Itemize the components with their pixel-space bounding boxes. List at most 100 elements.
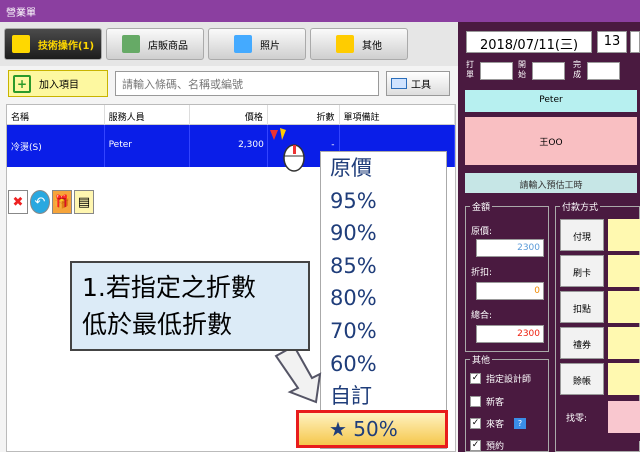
new-customer-checkbox[interactable]: 新客 — [470, 395, 504, 408]
minute-field[interactable] — [630, 31, 640, 53]
discount-dropdown: 原價 95% 90% 85% 80% 70% 60% 自訂 — [320, 151, 447, 449]
gift-icon[interactable]: 🎁 — [52, 190, 72, 214]
other-group: 其他 ✓ 指定設計師 新客 ✓ 來客 ? ✓ 預約 — [465, 353, 549, 452]
tech-icon — [11, 35, 30, 53]
discount-field[interactable]: 0 — [476, 282, 544, 300]
shop-icon — [122, 35, 140, 53]
discount-option[interactable]: 80% — [321, 282, 446, 315]
window-title: 營業單 — [0, 0, 640, 22]
clock-in-field[interactable] — [480, 62, 513, 80]
folder-icon — [336, 35, 354, 53]
add-item-button[interactable]: + 加入項目 — [8, 70, 108, 97]
start-label: 開始 — [518, 60, 526, 79]
change-field — [608, 401, 640, 433]
total-label: 總合: — [471, 311, 493, 321]
pay-voucher-button[interactable]: 禮券 — [560, 327, 604, 359]
discount-option[interactable]: 60% — [321, 348, 446, 381]
tab-photo[interactable]: 照片 — [208, 28, 306, 60]
payment-legend: 付款方式 — [560, 200, 601, 213]
discount-option-highlighted[interactable]: ★ 50% — [296, 410, 448, 448]
window-icon — [391, 78, 407, 89]
tab-tech[interactable]: 技術操作(1) — [4, 28, 102, 60]
date-field[interactable]: 2018/07/11(三) — [466, 31, 592, 53]
new-customer-label: 新客 — [486, 398, 505, 408]
other-legend: 其他 — [470, 353, 493, 366]
tab-shop[interactable]: 店販商品 — [106, 28, 204, 60]
customer-panel[interactable]: 王OO — [465, 117, 637, 165]
change-label: 找零: — [566, 414, 588, 424]
search-input[interactable]: 請輸入條碼、名稱或編號 — [115, 71, 379, 96]
amount-group: 金額 原價: 2300 折扣: 0 總合: 2300 — [465, 200, 549, 352]
col-name-header: 名稱 — [7, 105, 105, 125]
hour-field[interactable]: 13 — [597, 31, 627, 53]
payment-group: 付款方式 付現 刷卡 扣點 禮券 賒帳 找零: — [555, 200, 640, 452]
visitor-checkbox[interactable]: ✓ 來客 ? — [470, 417, 527, 430]
col-discount-header: 折數 — [268, 105, 340, 125]
pay-points-button[interactable]: 扣點 — [560, 291, 604, 323]
discount-label: 折扣: — [471, 268, 493, 278]
original-price-label: 原價: — [471, 227, 493, 237]
add-item-label: 加入項目 — [39, 80, 79, 91]
visitor-label: 來客 — [486, 420, 505, 430]
note-icon[interactable]: ▤ — [74, 190, 94, 214]
callout-line-2: 低於最低折數 — [82, 310, 233, 339]
finish-field[interactable] — [587, 62, 620, 80]
col-staff-header: 服務人員 — [105, 105, 191, 125]
checkbox-checked-icon: ✓ — [470, 373, 481, 384]
checkbox-checked-icon: ✓ — [470, 418, 481, 429]
toolbar: + 加入項目 請輸入條碼、名稱或編號 工具 — [0, 66, 458, 102]
start-field[interactable] — [532, 62, 565, 80]
col-price-header: 價格 — [190, 105, 268, 125]
annotation-callout: 1.若指定之折數 低於最低折數 — [70, 261, 310, 351]
tab-photo-label: 照片 — [260, 40, 280, 52]
pay-credit-field[interactable] — [608, 363, 640, 395]
checkbox-checked-icon: ✓ — [470, 440, 481, 451]
tab-other[interactable]: 其他 — [310, 28, 408, 60]
estimate-hours-button[interactable]: 請輸入預估工時 — [465, 173, 637, 193]
photo-icon — [234, 35, 252, 53]
tab-tech-label: 技術操作(1) — [37, 40, 95, 52]
designated-designer-label: 指定設計師 — [486, 375, 532, 385]
original-price-field: 2300 — [476, 239, 544, 257]
discount-option[interactable]: 85% — [321, 250, 446, 283]
designated-designer-checkbox[interactable]: ✓ 指定設計師 — [470, 372, 531, 385]
right-pane: 2018/07/11(三) 13 打單 開始 完成 Peter 王OO 請輸入預… — [458, 22, 640, 452]
discount-option[interactable]: 70% — [321, 315, 446, 348]
help-icon[interactable]: ? — [514, 418, 527, 429]
pay-card-field[interactable] — [608, 255, 640, 287]
tab-shop-label: 店販商品 — [148, 40, 188, 52]
reservation-checkbox[interactable]: ✓ 預約 — [470, 439, 504, 452]
amount-legend: 金額 — [470, 200, 493, 213]
table-header: 名稱 服務人員 價格 折數 單項備註 — [7, 105, 455, 125]
reservation-label: 預約 — [486, 442, 505, 452]
arrow-icon — [274, 344, 322, 404]
delete-icon[interactable]: ✖ — [8, 190, 28, 214]
row-price: 2,300 — [190, 125, 268, 167]
pay-card-button[interactable]: 刷卡 — [560, 255, 604, 287]
row-actions: ✖ ↶ 🎁 ▤ — [8, 190, 96, 216]
pay-cash-field[interactable] — [608, 219, 640, 251]
clock-in-label: 打單 — [466, 60, 474, 79]
pay-credit-button[interactable]: 賒帳 — [560, 363, 604, 395]
change-area: 找零: — [556, 401, 640, 441]
tool-button[interactable]: 工具 — [386, 71, 450, 96]
discount-option[interactable]: 原價 — [321, 152, 446, 185]
checkbox-unchecked-icon — [470, 396, 481, 407]
tool-label: 工具 — [411, 80, 431, 91]
callout-line-1: 1.若指定之折數 — [82, 273, 256, 302]
discount-option[interactable]: 95% — [321, 185, 446, 218]
discount-option[interactable]: 自訂 — [321, 380, 446, 413]
row-staff: Peter — [105, 125, 191, 167]
pay-points-field[interactable] — [608, 291, 640, 323]
discount-option[interactable]: 90% — [321, 217, 446, 250]
pay-cash-button[interactable]: 付現 — [560, 219, 604, 251]
total-field: 2300 — [476, 325, 544, 343]
pay-voucher-field[interactable] — [608, 327, 640, 359]
mouse-cursor-icon — [270, 128, 305, 172]
staff-panel[interactable]: Peter — [465, 90, 637, 112]
row-name: 冷燙(S) — [7, 125, 105, 167]
plus-icon: + — [13, 74, 31, 93]
tab-bar: 技術操作(1) 店販商品 照片 其他 — [0, 22, 458, 66]
undo-icon[interactable]: ↶ — [30, 190, 50, 214]
tab-other-label: 其他 — [362, 40, 382, 52]
